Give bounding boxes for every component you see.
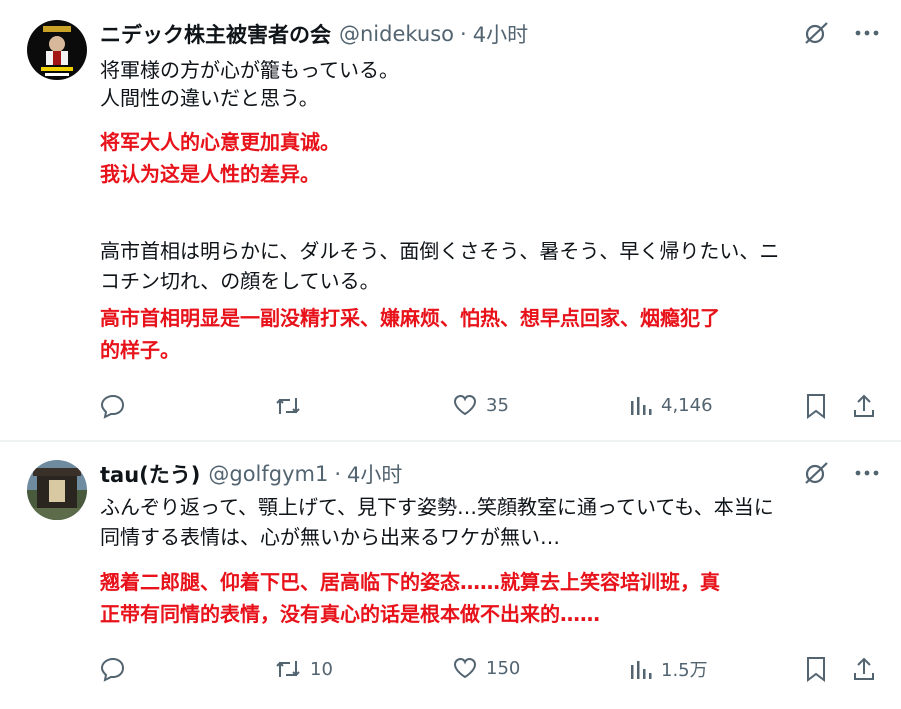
view-count: 4,146: [661, 394, 713, 416]
author-handle[interactable]: @nidekuso: [339, 22, 454, 46]
text-line: 将軍様の方が心が籠もっている。: [100, 58, 399, 82]
tweet-text: ふんぞり返って、顎上げて、見下す姿勢…笑顔教室に通っていても、本当に 同情する表…: [100, 492, 880, 630]
timestamp[interactable]: 4小时: [347, 459, 402, 489]
author-name[interactable]: tau(たう): [100, 459, 200, 489]
text-line: 人間性の違いだと思う。: [100, 86, 319, 110]
translation-line: 我认为这是人性的差异。: [100, 162, 320, 186]
tweet[interactable]: ニデック株主被害者の会 @nidekuso · 4小时 将軍様の方が心が籠もって…: [0, 0, 901, 440]
analytics-icon: [629, 657, 653, 681]
tweet-text: 将軍様の方が心が籠もっている。 人間性の違いだと思う。 将军大人的心意更加真诚。…: [100, 56, 880, 366]
reply-button[interactable]: [100, 656, 134, 682]
bookmark-icon: [805, 393, 827, 419]
translation-line: 正带有同情的表情，没有真心的话是根本做不出来的……: [100, 602, 600, 626]
action-bar: 10 150 1.5万: [100, 656, 880, 686]
more-icon[interactable]: [855, 469, 879, 477]
share-button[interactable]: [852, 656, 876, 682]
author-handle[interactable]: @golfgym1: [208, 462, 328, 486]
tweet-header: ニデック株主被害者の会 @nidekuso · 4小时: [100, 19, 528, 49]
bookmark-icon: [805, 656, 827, 682]
avatar[interactable]: [27, 460, 87, 520]
more-icon[interactable]: [855, 29, 879, 37]
reply-button[interactable]: [100, 393, 134, 419]
separator-dot: ·: [334, 462, 342, 486]
text-line: 同情する表情は、心が無いから出来るワケが無い…: [100, 525, 560, 549]
translation-line: 将军大人的心意更加真诚。: [100, 130, 340, 154]
like-count: 35: [486, 394, 509, 416]
repost-count: 10: [310, 658, 333, 680]
tweet-header-actions: [803, 460, 879, 486]
grok-icon[interactable]: [803, 20, 829, 46]
like-count: 150: [486, 657, 521, 679]
repost-icon: [274, 393, 302, 419]
text-line: コチン切れ、の顔をしている。: [100, 269, 380, 293]
repost-icon: [274, 656, 302, 682]
repost-button[interactable]: [274, 393, 310, 419]
tweet-header: tau(たう) @golfgym1 · 4小时: [100, 459, 402, 489]
share-icon: [852, 393, 876, 419]
share-button[interactable]: [852, 393, 876, 419]
views-button[interactable]: 1.5万: [629, 656, 708, 682]
heart-icon: [452, 393, 478, 417]
reply-icon: [100, 393, 126, 419]
like-button[interactable]: 35: [452, 393, 509, 417]
tweet-header-actions: [803, 20, 879, 46]
avatar[interactable]: [27, 20, 87, 80]
bookmark-button[interactable]: [805, 393, 827, 419]
views-button[interactable]: 4,146: [629, 393, 713, 417]
repost-button[interactable]: 10: [274, 656, 333, 682]
translation-line: 的样子。: [100, 338, 180, 362]
view-count: 1.5万: [661, 660, 708, 681]
action-bar: 35 4,146: [100, 393, 880, 423]
heart-icon: [452, 656, 478, 680]
analytics-icon: [629, 393, 653, 417]
text-line: ふんぞり返って、顎上げて、見下す姿勢…笑顔教室に通っていても、本当に: [100, 495, 774, 519]
timestamp[interactable]: 4小时: [473, 19, 528, 49]
grok-icon[interactable]: [803, 460, 829, 486]
like-button[interactable]: 150: [452, 656, 520, 680]
text-line: 高市首相は明らかに、ダルそう、面倒くさそう、暑そう、早く帰りたい、ニ: [100, 239, 780, 263]
author-name[interactable]: ニデック株主被害者の会: [100, 19, 331, 49]
bookmark-button[interactable]: [805, 656, 827, 682]
translation-line: 高市首相明显是一副没精打采、嫌麻烦、怕热、想早点回家、烟瘾犯了: [100, 306, 720, 330]
reply-icon: [100, 656, 126, 682]
translation-line: 翘着二郎腿、仰着下巴、居高临下的姿态……就算去上笑容培训班，真: [100, 570, 720, 594]
separator-dot: ·: [460, 22, 467, 46]
share-icon: [852, 656, 876, 682]
